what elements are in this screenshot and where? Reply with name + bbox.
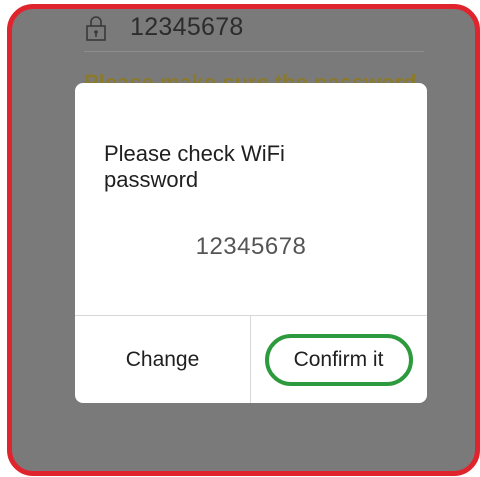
- wifi-password-row: 12345678: [84, 9, 424, 52]
- dialog-password-value: 12345678: [195, 233, 307, 260]
- lock-icon: [84, 16, 108, 42]
- check-password-dialog: Please check WiFi password 12345678 Chan…: [75, 83, 427, 403]
- screenshot-frame: 12345678 Please make sure the password P…: [7, 4, 480, 476]
- password-hint-text: Please make sure the password: [84, 70, 417, 85]
- password-field-value: 12345678: [130, 13, 244, 41]
- dialog-title: Please check WiFi password: [104, 141, 285, 192]
- change-button[interactable]: Change: [75, 316, 250, 403]
- confirm-button[interactable]: Confirm it: [251, 316, 426, 403]
- dialog-button-row: Change Confirm it: [75, 315, 427, 403]
